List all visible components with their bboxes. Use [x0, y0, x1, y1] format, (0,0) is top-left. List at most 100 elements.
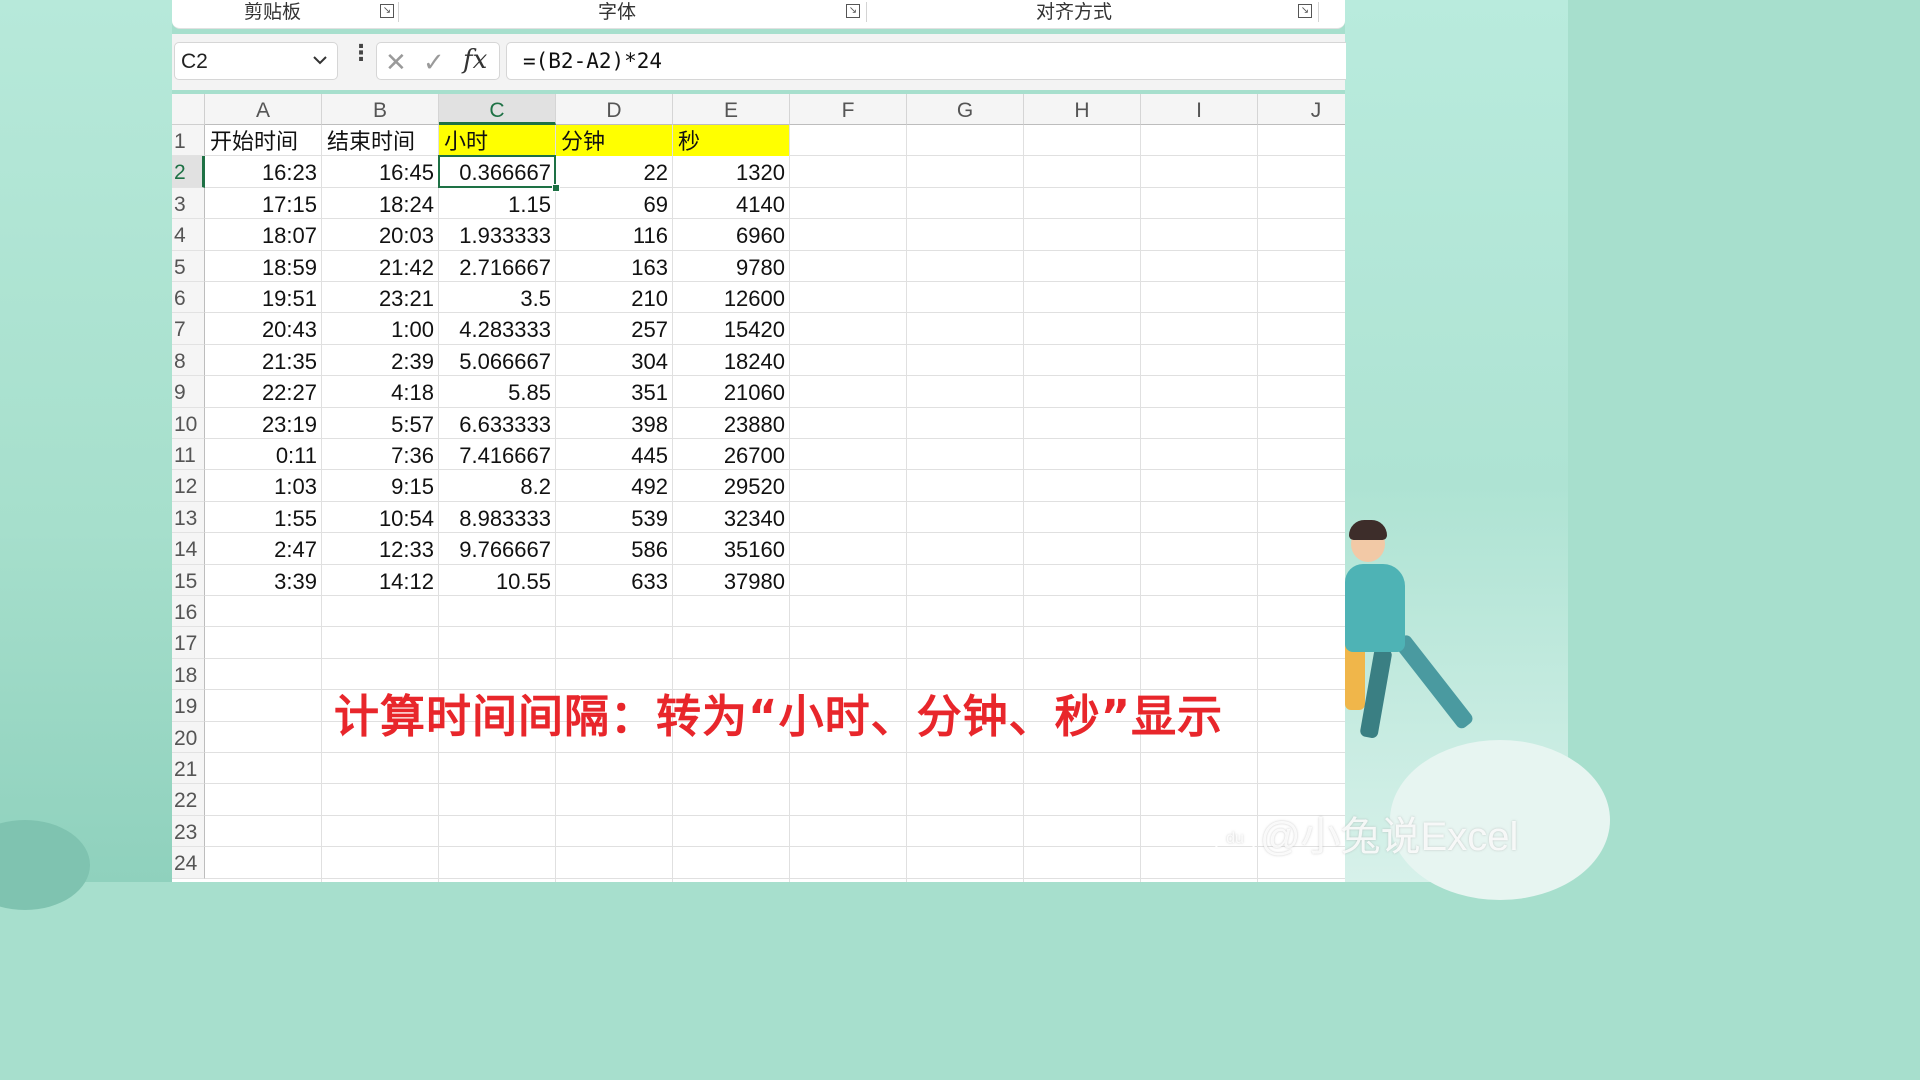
- data-cell[interactable]: 492: [556, 470, 672, 501]
- data-cell[interactable]: 4:18: [322, 376, 438, 407]
- data-cell[interactable]: 20:03: [322, 219, 438, 250]
- row-header-5[interactable]: 5: [172, 250, 205, 282]
- row-header-2[interactable]: 2: [172, 156, 205, 188]
- column-header-c[interactable]: C: [439, 94, 556, 125]
- row-header-14[interactable]: 14: [172, 533, 205, 565]
- data-cell[interactable]: 21060: [673, 376, 789, 407]
- data-cell[interactable]: 257: [556, 313, 672, 344]
- data-cell[interactable]: 5.85: [439, 376, 555, 407]
- data-cell[interactable]: 2:39: [322, 345, 438, 376]
- select-all-corner[interactable]: [172, 94, 205, 125]
- data-cell[interactable]: 16:23: [205, 156, 321, 187]
- data-cell[interactable]: 6.633333: [439, 408, 555, 439]
- data-cell[interactable]: 5:57: [322, 408, 438, 439]
- data-cell[interactable]: 445: [556, 439, 672, 470]
- data-cell[interactable]: 1.15: [439, 188, 555, 219]
- row-header-20[interactable]: 20: [172, 721, 205, 753]
- insert-function-icon[interactable]: fx: [463, 45, 487, 75]
- data-cell[interactable]: 586: [556, 533, 672, 564]
- header-cell[interactable]: 小时: [439, 125, 555, 156]
- data-cell[interactable]: 16:45: [322, 156, 438, 187]
- data-cell[interactable]: 9:15: [322, 470, 438, 501]
- row-header-9[interactable]: 9: [172, 376, 205, 408]
- data-cell[interactable]: 398: [556, 408, 672, 439]
- data-cell[interactable]: 35160: [673, 533, 789, 564]
- row-header-4[interactable]: 4: [172, 219, 205, 251]
- row-header-16[interactable]: 16: [172, 596, 205, 628]
- data-cell[interactable]: 23880: [673, 408, 789, 439]
- row-header-10[interactable]: 10: [172, 407, 205, 439]
- more-options-icon[interactable]: ⋮: [350, 42, 372, 64]
- data-cell[interactable]: 1.933333: [439, 219, 555, 250]
- data-cell[interactable]: 15420: [673, 313, 789, 344]
- fill-handle[interactable]: [552, 183, 560, 192]
- data-cell[interactable]: 2:47: [205, 533, 321, 564]
- data-cell[interactable]: 210: [556, 282, 672, 313]
- data-cell[interactable]: 6960: [673, 219, 789, 250]
- data-cell[interactable]: 17:15: [205, 188, 321, 219]
- row-header-19[interactable]: 19: [172, 690, 205, 722]
- column-header-e[interactable]: E: [673, 94, 790, 125]
- data-cell[interactable]: 2.716667: [439, 251, 555, 282]
- data-cell[interactable]: 18:24: [322, 188, 438, 219]
- formula-input[interactable]: =(B2-A2)*24: [506, 42, 1346, 80]
- data-cell[interactable]: 10:54: [322, 502, 438, 533]
- row-header-22[interactable]: 22: [172, 784, 205, 816]
- row-header-24[interactable]: 24: [172, 847, 205, 879]
- column-header-f[interactable]: F: [790, 94, 907, 125]
- column-header-h[interactable]: H: [1024, 94, 1141, 125]
- data-cell[interactable]: 3:39: [205, 565, 321, 596]
- spreadsheet-grid[interactable]: A B C D E F G H I J 1 2 3 4 5 6 7 8 9 10 11 12 13 14 15 16 17 18 19 2…: [172, 94, 1345, 882]
- confirm-icon[interactable]: ✓: [423, 47, 445, 78]
- data-cell[interactable]: 8.2: [439, 470, 555, 501]
- data-cell[interactable]: 20:43: [205, 313, 321, 344]
- data-cell[interactable]: 7.416667: [439, 439, 555, 470]
- column-header-d[interactable]: D: [556, 94, 673, 125]
- column-header-a[interactable]: A: [205, 94, 322, 125]
- row-header-3[interactable]: 3: [172, 187, 205, 220]
- data-cell[interactable]: 5.066667: [439, 345, 555, 376]
- column-header-g[interactable]: G: [907, 94, 1024, 125]
- row-header-21[interactable]: 21: [172, 753, 205, 785]
- data-cell[interactable]: 14:12: [322, 565, 438, 596]
- data-cell[interactable]: 9.766667: [439, 533, 555, 564]
- data-cell[interactable]: 32340: [673, 502, 789, 533]
- data-cell[interactable]: 1320: [673, 156, 789, 187]
- row-header-12[interactable]: 12: [172, 470, 205, 502]
- column-header-i[interactable]: I: [1141, 94, 1258, 125]
- dialog-launcher-icon[interactable]: ↘: [846, 4, 860, 18]
- data-cell[interactable]: 29520: [673, 470, 789, 501]
- data-cell[interactable]: 37980: [673, 565, 789, 596]
- data-cell[interactable]: 18240: [673, 345, 789, 376]
- data-cell[interactable]: 351: [556, 376, 672, 407]
- row-header-17[interactable]: 17: [172, 627, 205, 659]
- data-cell[interactable]: 4140: [673, 188, 789, 219]
- row-header-7[interactable]: 7: [172, 313, 205, 345]
- row-header-23[interactable]: 23: [172, 815, 205, 848]
- data-cell[interactable]: 539: [556, 502, 672, 533]
- data-cell[interactable]: 18:07: [205, 219, 321, 250]
- dialog-launcher-icon[interactable]: ↘: [380, 4, 394, 18]
- column-header-j[interactable]: J: [1258, 94, 1345, 125]
- data-cell[interactable]: 21:35: [205, 345, 321, 376]
- header-cell[interactable]: 开始时间: [205, 125, 321, 156]
- row-header-13[interactable]: 13: [172, 501, 205, 534]
- header-cell[interactable]: 分钟: [556, 125, 672, 156]
- data-cell[interactable]: 1:55: [205, 502, 321, 533]
- data-cell[interactable]: 21:42: [322, 251, 438, 282]
- row-header-15[interactable]: 15: [172, 564, 205, 596]
- data-cell[interactable]: 3.5: [439, 282, 555, 313]
- column-header-b[interactable]: B: [322, 94, 439, 125]
- data-cell[interactable]: 12:33: [322, 533, 438, 564]
- data-cell[interactable]: 8.983333: [439, 502, 555, 533]
- row-header-1[interactable]: 1: [172, 125, 205, 157]
- data-cell[interactable]: 4.283333: [439, 313, 555, 344]
- data-cell[interactable]: 10.55: [439, 565, 555, 596]
- name-box[interactable]: C2: [174, 42, 338, 80]
- data-cell[interactable]: 116: [556, 219, 672, 250]
- data-cell[interactable]: 163: [556, 251, 672, 282]
- data-cell[interactable]: 304: [556, 345, 672, 376]
- data-cell[interactable]: 9780: [673, 251, 789, 282]
- data-cell[interactable]: 22:27: [205, 376, 321, 407]
- data-cell[interactable]: 26700: [673, 439, 789, 470]
